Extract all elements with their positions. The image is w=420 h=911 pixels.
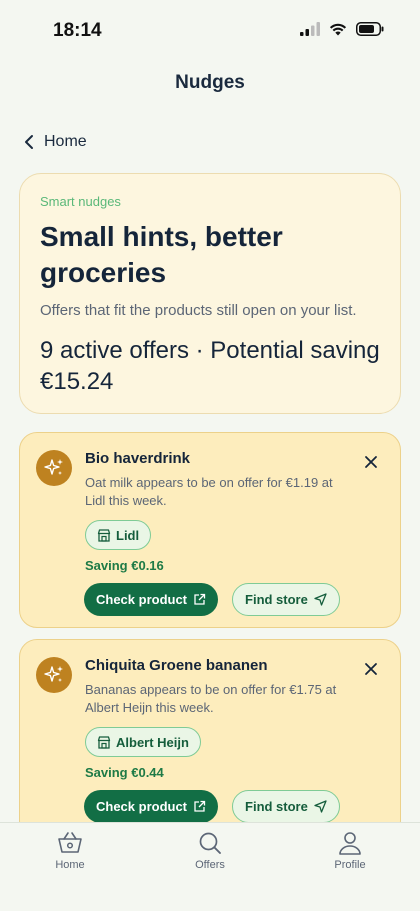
signal-icon xyxy=(300,22,320,36)
find-store-label: Find store xyxy=(245,592,308,607)
external-link-icon xyxy=(194,800,206,812)
hero-stats: 9 active offers · Potential saving €15.2… xyxy=(40,337,380,395)
hero-title: Small hints, better groceries xyxy=(40,221,283,288)
wifi-icon xyxy=(329,23,347,36)
page-title: Nudges xyxy=(175,72,245,93)
close-icon[interactable] xyxy=(364,455,378,469)
store-name: Lidl xyxy=(116,527,140,543)
check-product-button[interactable]: Check product xyxy=(84,790,219,823)
chevron-left-icon xyxy=(25,135,33,149)
nudge-title: Bio haverdrink xyxy=(85,450,191,467)
status-bar: 18:14 xyxy=(0,0,420,62)
tab-home-label: Home xyxy=(55,859,85,871)
navigation-icon xyxy=(314,593,327,606)
saving-text: Saving €0.16 xyxy=(85,558,164,573)
tab-bar: Home Offers Profile xyxy=(0,822,420,911)
status-icons xyxy=(300,22,384,36)
basket-icon xyxy=(58,832,82,853)
nudge-card: Bio haverdrink Oat milk appears to be on… xyxy=(19,432,401,628)
hero-subtitle: Offers that fit the products still open … xyxy=(40,302,357,319)
navigation-icon xyxy=(314,800,327,813)
nudge-description: Oat milk appears to be on offer for €1.1… xyxy=(85,475,333,508)
find-store-label: Find store xyxy=(245,799,308,814)
saving-text: Saving €0.44 xyxy=(85,765,164,780)
close-icon[interactable] xyxy=(364,662,378,676)
nudge-actions: Check product Find store xyxy=(84,583,355,616)
check-product-label: Check product xyxy=(96,592,188,607)
hero-eyebrow: Smart nudges xyxy=(40,194,121,209)
person-icon xyxy=(339,832,361,855)
hero-card: Smart nudges Small hints, better groceri… xyxy=(19,173,401,414)
check-product-label: Check product xyxy=(96,799,188,814)
check-product-button[interactable]: Check product xyxy=(84,583,219,616)
store-icon xyxy=(97,528,111,542)
tab-profile[interactable]: Profile xyxy=(280,823,420,911)
nudge-body: Bio haverdrink Oat milk appears to be on… xyxy=(84,449,355,616)
nudge-description: Bananas appears to be on offer for €1.75… xyxy=(85,682,337,715)
search-icon xyxy=(199,832,221,854)
nudge-body: Chiquita Groene bananen Bananas appears … xyxy=(84,656,355,823)
sparkles-icon xyxy=(36,450,72,486)
back-button[interactable]: Home xyxy=(24,133,87,151)
tab-profile-label: Profile xyxy=(334,859,366,871)
nudge-card: Chiquita Groene bananen Bananas appears … xyxy=(19,639,401,839)
status-time: 18:14 xyxy=(53,20,102,41)
nudge-actions: Check product Find store xyxy=(84,790,355,823)
find-store-button[interactable]: Find store xyxy=(232,583,340,616)
battery-icon xyxy=(356,22,384,36)
nudge-title: Chiquita Groene bananen xyxy=(85,657,268,674)
back-label: Home xyxy=(44,133,87,150)
sparkles-icon xyxy=(36,657,72,693)
find-store-button[interactable]: Find store xyxy=(232,790,340,823)
external-link-icon xyxy=(194,593,206,605)
tab-home[interactable]: Home xyxy=(0,823,140,911)
store-name: Albert Heijn xyxy=(116,734,189,750)
tab-offers[interactable]: Offers xyxy=(140,823,280,911)
store-chip[interactable]: Albert Heijn xyxy=(85,727,201,757)
store-icon xyxy=(97,735,111,749)
store-chip[interactable]: Lidl xyxy=(85,520,152,550)
tab-offers-label: Offers xyxy=(195,859,225,871)
